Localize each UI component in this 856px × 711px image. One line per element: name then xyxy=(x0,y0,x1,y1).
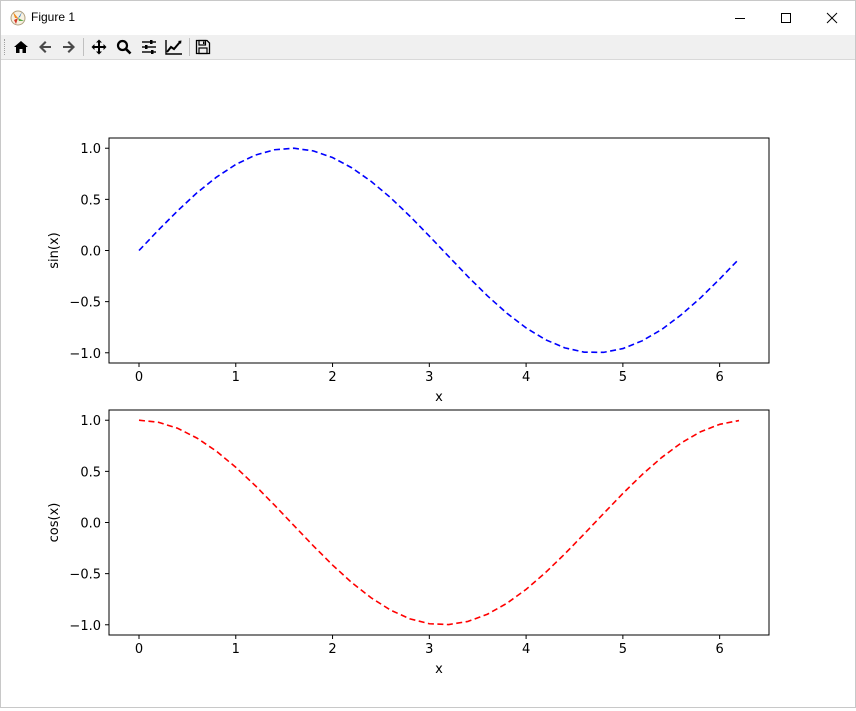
chart-2-xtick-label: 0 xyxy=(135,642,143,657)
chart-2-xlabel: x xyxy=(435,662,443,677)
chart-2-ytick-label: 1.0 xyxy=(80,414,101,429)
maximize-icon[interactable] xyxy=(763,1,809,35)
chart-1-ytick-label: −0.5 xyxy=(69,296,101,311)
back-icon[interactable] xyxy=(34,36,56,58)
chart-1-xlabel: x xyxy=(435,390,443,405)
close-icon[interactable] xyxy=(809,1,855,35)
figure-svg[interactable]: 0 1 2 3 4 5 6 1.0 0.5 0.0 −0.5 −1.0 x sin(x) 0 1 2 3 4 5 6 1.… xyxy=(1,60,855,707)
chart-2-ytick-label: 0.5 xyxy=(80,465,101,480)
chart-1-xtick-label: 1 xyxy=(232,370,240,385)
pan-icon[interactable] xyxy=(88,36,110,58)
chart-1-ytick-label: −1.0 xyxy=(69,347,101,362)
subplots-icon[interactable] xyxy=(138,36,160,58)
chart-2-ytick-label: −1.0 xyxy=(69,619,101,634)
chart-1-xtick-label: 2 xyxy=(328,370,336,385)
figure-canvas[interactable]: 0 1 2 3 4 5 6 1.0 0.5 0.0 −0.5 −1.0 x sin(x) 0 1 2 3 4 5 6 1.… xyxy=(1,60,855,707)
minimize-icon[interactable] xyxy=(717,1,763,35)
chart-1-ytick-label: 0.5 xyxy=(80,193,101,208)
chart-2-xtick-label: 3 xyxy=(425,642,433,657)
navigation-toolbar xyxy=(1,35,855,60)
chart-2-axes-frame[interactable] xyxy=(108,409,770,636)
chart-1-xtick-label: 4 xyxy=(522,370,530,385)
chart-1-xtick-label: 5 xyxy=(619,370,627,385)
title-bar[interactable]: Figure 1 xyxy=(1,1,855,35)
chart-2-ylabel: cos(x) xyxy=(47,503,62,543)
home-icon[interactable] xyxy=(10,36,32,58)
save-icon[interactable] xyxy=(192,36,214,58)
figure-window: Figure 1 0 1 2 3 4 5 6 1.0 0.5 0.0 −0.5 … xyxy=(0,0,856,708)
zoom-icon[interactable] xyxy=(113,36,135,58)
chart-1-ylabel: sin(x) xyxy=(47,232,62,268)
toolbar-separator xyxy=(189,38,190,56)
chart-2-ytick-label: 0.0 xyxy=(80,517,101,532)
chart-1-xtick-label: 6 xyxy=(716,370,724,385)
chart-2-xtick-label: 1 xyxy=(232,642,240,657)
chart-2-xtick-label: 4 xyxy=(522,642,530,657)
forward-icon[interactable] xyxy=(58,36,80,58)
customize-icon[interactable] xyxy=(163,36,185,58)
chart-1-ytick-label: 1.0 xyxy=(80,142,101,157)
chart-1-ytick-label: 0.0 xyxy=(80,245,101,260)
toolbar-grip[interactable] xyxy=(4,39,7,55)
chart-1-xtick-label: 3 xyxy=(425,370,433,385)
chart-1-axes-frame[interactable] xyxy=(108,137,770,364)
chart-2-ytick-label: −0.5 xyxy=(69,568,101,583)
matplotlib-icon xyxy=(9,9,27,27)
chart-1-xtick-label: 0 xyxy=(135,370,143,385)
toolbar-separator xyxy=(83,38,84,56)
chart-2-xtick-label: 6 xyxy=(716,642,724,657)
chart-2-xtick-label: 2 xyxy=(328,642,336,657)
chart-2-xtick-label: 5 xyxy=(619,642,627,657)
window-title: Figure 1 xyxy=(31,10,76,24)
